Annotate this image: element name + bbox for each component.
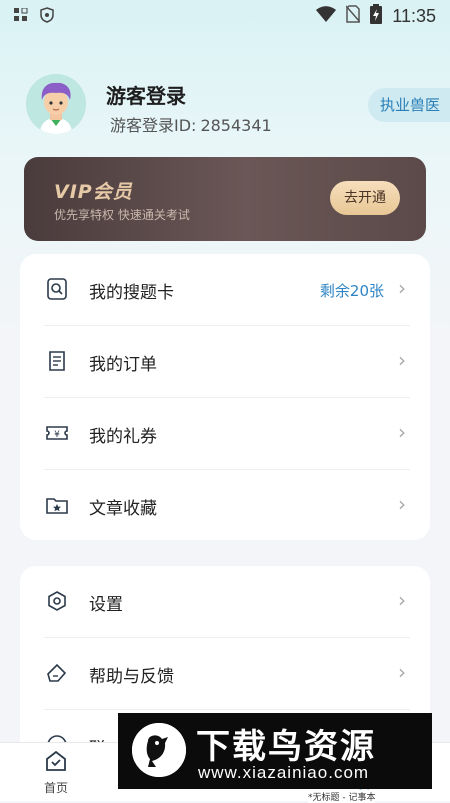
- menu-item-search-card[interactable]: 我的搜题卡 剩余20张 ›: [20, 254, 430, 326]
- menu-card-account: 我的搜题卡 剩余20张 › 我的订单 › ¥ 我的礼券 › 文章收藏 ›: [20, 254, 430, 540]
- vip-open-button[interactable]: 去开通: [330, 181, 400, 215]
- vip-subtitle: 优先享特权 快速通关考试: [54, 208, 190, 222]
- menu-item-orders[interactable]: 我的订单 ›: [20, 326, 430, 398]
- clock: 11:35: [392, 6, 436, 26]
- user-id-value: 2854341: [200, 116, 272, 135]
- chevron-right-icon: ›: [398, 420, 406, 444]
- chevron-right-icon: ›: [398, 660, 406, 684]
- no-sim-icon: [345, 5, 361, 28]
- svg-text:¥: ¥: [54, 430, 60, 440]
- chevron-right-icon: ›: [398, 492, 406, 516]
- tab-home[interactable]: 首页: [26, 749, 86, 796]
- role-badge[interactable]: 执业兽医: [368, 88, 450, 122]
- search-card-remaining: 剩余20张: [319, 282, 384, 300]
- folder-star-icon: [46, 494, 68, 516]
- bird-logo-icon: [132, 723, 186, 777]
- apps-icon: [14, 7, 28, 27]
- menu-label: 我的搜题卡: [89, 283, 174, 303]
- tab-label: 首页: [43, 781, 68, 795]
- battery-icon: [370, 4, 383, 29]
- search-card-icon: [46, 278, 68, 300]
- order-icon: [46, 350, 68, 372]
- menu-item-coupons[interactable]: ¥ 我的礼券 ›: [20, 398, 430, 470]
- vip-title: VIP会员: [54, 181, 133, 203]
- menu-label: 帮助与反馈: [89, 667, 174, 687]
- menu-label: 我的礼券: [89, 427, 157, 447]
- taskbar-hint: *无标题 - 记事本: [308, 790, 376, 803]
- feedback-icon: [46, 662, 68, 684]
- menu-item-help-feedback[interactable]: 帮助与反馈 ›: [20, 638, 430, 710]
- chevron-right-icon: ›: [398, 276, 406, 300]
- menu-item-settings[interactable]: 设置 ›: [20, 566, 430, 638]
- watermark-url: www.xiazainiao.com: [198, 763, 370, 782]
- menu-label: 设置: [89, 595, 123, 615]
- coupon-icon: ¥: [46, 422, 68, 444]
- chevron-right-icon: ›: [398, 588, 406, 612]
- status-bar: 11:35: [0, 0, 450, 32]
- settings-icon: [46, 590, 68, 612]
- shield-icon: [40, 7, 54, 27]
- user-id-label: 游客登录ID:: [110, 116, 197, 135]
- menu-label: 文章收藏: [89, 499, 157, 519]
- user-id: 游客登录ID: 2854341: [106, 112, 272, 136]
- home-icon: [46, 750, 66, 771]
- watermark-banner: 下载鸟资源 www.xiazainiao.com: [118, 713, 432, 789]
- vip-card[interactable]: VIP会员 优先享特权 快速通关考试 去开通: [24, 157, 426, 241]
- menu-item-favorites[interactable]: 文章收藏 ›: [20, 470, 430, 542]
- wifi-icon: [316, 6, 337, 27]
- menu-label: 我的订单: [89, 355, 157, 375]
- user-name[interactable]: 游客登录: [106, 80, 186, 109]
- chevron-right-icon: ›: [398, 348, 406, 372]
- avatar[interactable]: [26, 74, 86, 134]
- watermark-title: 下载鸟资源: [196, 727, 376, 767]
